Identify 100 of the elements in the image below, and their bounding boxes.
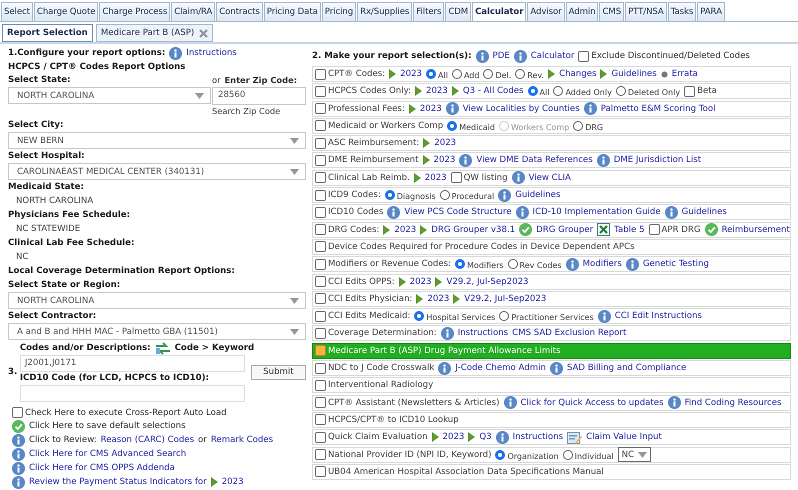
radio-option[interactable]: Medicaid [447, 120, 495, 132]
dropdown-select[interactable]: NORTH CAROLINA [8, 292, 306, 309]
report-checkbox[interactable]: HCPCS Codes Only: [315, 86, 411, 97]
nav-tab[interactable]: CMS [599, 2, 624, 21]
nav-tab[interactable]: Contracts [216, 2, 263, 21]
nav-tab[interactable]: Claim/RA [171, 2, 216, 21]
report-link[interactable]: 2023 [434, 155, 456, 166]
toggle-label[interactable]: Code > Keyword [174, 342, 254, 355]
report-link[interactable]: Guidelines [682, 207, 727, 218]
report-link[interactable]: 2023 [420, 104, 442, 114]
action-link[interactable]: Review the Payment Status Indicators for [29, 475, 207, 489]
nav-tab[interactable]: Pricing [322, 2, 356, 21]
report-checkbox[interactable]: DRG Codes: [315, 224, 380, 236]
report-link[interactable]: Changes [559, 69, 596, 79]
report-checkbox[interactable]: Modifiers or Revenue Codes: [315, 258, 452, 270]
report-link[interactable]: Instructions [512, 432, 564, 442]
nav-tab[interactable]: Select [1, 2, 33, 21]
report-link[interactable]: SAD Billing and Compliance [566, 363, 686, 374]
action-link[interactable]: Remark Codes [210, 433, 274, 447]
instructions-link[interactable]: Instructions [186, 46, 237, 60]
radio-option[interactable]: Individual [562, 448, 614, 461]
report-link[interactable]: Claim Value Input [586, 432, 662, 442]
report-link[interactable]: CCI Edit Instructions [614, 311, 702, 322]
report-link[interactable]: View Localities by Counties [462, 104, 580, 114]
report-link[interactable]: Guidelines [611, 69, 657, 79]
report-checkbox[interactable]: ASC Reimbursement: [315, 138, 420, 149]
header-link[interactable]: Calculator [530, 51, 574, 61]
report-checkbox[interactable]: Quick Claim Evaluation [315, 432, 428, 443]
report-checkbox[interactable]: CCI Edits OPPS: [315, 276, 395, 288]
report-checkbox[interactable]: Coverage Determination: [315, 328, 437, 339]
auto-load-checkbox[interactable]: Check Here to execute Cross-Report Auto Load [12, 406, 306, 419]
radio-option[interactable]: Diagnosis [384, 189, 436, 202]
radio-option[interactable]: Hospital Services [414, 310, 496, 322]
report-checkbox[interactable]: DME Reimbursement [315, 154, 418, 166]
dropdown-select[interactable]: NEW BERN [8, 132, 306, 149]
report-checkbox[interactable]: CCI Edits Medicaid: [315, 310, 410, 322]
nav-tab[interactable]: PTT/NSA [625, 2, 667, 21]
report-link[interactable]: DRG Grouper v38.1 [431, 224, 516, 235]
action-link[interactable]: Click Here for CMS OPPS Addenda [29, 461, 175, 475]
nav-tab[interactable]: PARA [697, 2, 725, 21]
radio-option[interactable]: Procedural [440, 189, 494, 202]
nav-tab[interactable]: Charge Process [99, 2, 170, 21]
nav-tab[interactable]: Advisor [527, 2, 565, 21]
report-link[interactable]: 2023 [400, 69, 422, 79]
report-checkbox[interactable]: CCI Edits Physician: [315, 293, 412, 304]
nav-tab[interactable]: Rx/Supplies [357, 2, 412, 21]
zip-code-field[interactable]: 28560 [212, 87, 306, 105]
nav-tab[interactable]: CDM [445, 2, 472, 21]
radio-option[interactable]: Modifiers [455, 258, 504, 270]
report-checkbox[interactable]: HCPCS/CPT® to ICD10 Lookup [315, 414, 459, 426]
report-checkbox[interactable]: Device Codes Required for Procedure Codes in Device Dependent APCs [315, 241, 635, 252]
codes-input-field[interactable]: J2001,J0171 [20, 355, 245, 372]
search-zip-link[interactable]: Search Zip Code [212, 105, 306, 118]
report-link[interactable]: View CLIA [528, 172, 571, 183]
report-link[interactable]: CMS SAD Exclusion Report [512, 328, 626, 338]
report-checkbox[interactable]: UB04 American Hospital Association Data Specifications Manual [315, 466, 604, 478]
option-checkbox[interactable]: APR DRG [648, 224, 701, 236]
report-link[interactable]: 2023 [442, 432, 464, 442]
report-link[interactable]: Click for Quick Access to updates [520, 398, 664, 408]
radio-option[interactable]: Practitioner Services [499, 310, 594, 322]
report-checkbox[interactable]: CPT® Codes: [315, 68, 386, 80]
report-link[interactable]: Q3 - All Codes [462, 86, 524, 96]
close-icon[interactable] [199, 28, 208, 38]
report-link[interactable]: 2023 [394, 224, 416, 235]
action-link[interactable]: Reason (CARC) Codes [100, 433, 194, 447]
report-link[interactable]: View DME Data References [476, 155, 593, 166]
report-link[interactable]: Modifiers [582, 259, 622, 270]
exclude-checkbox[interactable]: Exclude Discontinued/Deleted Codes [578, 50, 750, 62]
report-link[interactable]: Genetic Testing [642, 259, 709, 270]
report-link[interactable]: View PCS Code Structure [404, 207, 512, 218]
dropdown-select[interactable]: A and B and HHH MAC - Palmetto GBA (11501) [8, 323, 306, 340]
report-checkbox[interactable]: ICD9 Codes: [315, 190, 381, 201]
radio-option[interactable]: All [528, 85, 550, 98]
option-checkbox[interactable]: Beta [684, 86, 717, 97]
report-checkbox[interactable]: Professional Fees: [315, 103, 405, 114]
report-link[interactable]: 2023 [434, 138, 456, 148]
nav-tab[interactable]: Tasks [668, 2, 696, 21]
report-link[interactable]: 2023 [424, 172, 447, 183]
report-link[interactable]: J-Code Chemo Admin [455, 363, 546, 374]
report-link[interactable]: DRG Grouper [536, 224, 594, 235]
radio-option[interactable]: Rev. [515, 68, 544, 80]
report-checkbox[interactable]: ICD10 Codes [315, 206, 384, 218]
report-link[interactable]: Reimbursement [722, 224, 790, 235]
year-link[interactable]: 2023 [222, 475, 244, 489]
report-checkbox[interactable]: Medicaid or Workers Comp [315, 120, 444, 132]
radio-option[interactable]: All [426, 68, 448, 80]
state-select[interactable]: NORTH CAROLINA [8, 87, 211, 104]
nav-tab[interactable]: Calculator [472, 2, 526, 21]
radio-option[interactable]: DRG [573, 120, 604, 132]
radio-option[interactable]: Add [452, 68, 480, 80]
report-link[interactable]: DME Jurisdiction List [614, 155, 702, 166]
radio-option[interactable]: Organization [495, 448, 559, 461]
report-link[interactable]: 2023 [410, 276, 432, 287]
report-tab[interactable]: Report Selection [2, 24, 93, 42]
nav-tab[interactable]: Admin [566, 2, 598, 21]
report-link[interactable]: Find Coding Resources [684, 398, 782, 408]
report-link[interactable]: Guidelines [515, 190, 560, 200]
report-link[interactable]: Errata [672, 69, 698, 79]
report-link[interactable]: Table 5 [614, 224, 645, 235]
report-checkbox[interactable]: National Provider ID (NPI ID, Keyword) [315, 449, 492, 460]
